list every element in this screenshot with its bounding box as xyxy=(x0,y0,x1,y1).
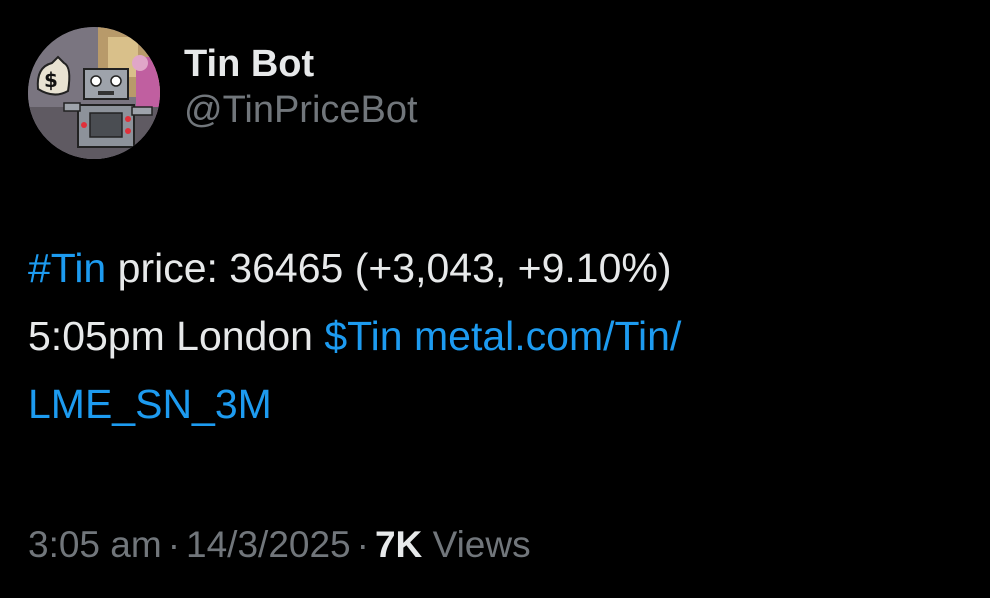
tweet-text: #Tin price: 36465 (+3,043, +9.10%) 5:05pm… xyxy=(28,234,968,438)
svg-text:$: $ xyxy=(44,68,58,92)
user-names: Tin Bot @TinPriceBot xyxy=(184,41,418,133)
url-link-text-2: LME_SN_3M xyxy=(28,381,272,427)
tweet-date[interactable]: 14/3/2025 xyxy=(186,524,351,565)
views-label: Views xyxy=(432,524,531,565)
separator: · xyxy=(356,524,369,565)
tweet-time[interactable]: 3:05 am xyxy=(28,524,162,565)
display-name[interactable]: Tin Bot xyxy=(184,41,418,87)
hashtag-link[interactable]: #Tin xyxy=(28,245,106,291)
tweet-meta: 3:05 am · 14/3/2025 · 7K Views xyxy=(28,520,531,570)
separator: · xyxy=(167,524,181,565)
tweet-header: $ Tin Bot @TinPriceBot xyxy=(28,27,418,159)
views-count: 7K xyxy=(374,524,423,565)
time-text: 5:05pm London xyxy=(28,313,325,359)
price-text: price: 36465 (+3,043, +9.10%) xyxy=(106,245,672,291)
cashtag-link[interactable]: $Tin xyxy=(324,313,402,359)
user-handle[interactable]: @TinPriceBot xyxy=(184,87,418,133)
robot-avatar-icon: $ xyxy=(28,27,160,159)
url-link-text: metal.com/Tin/ xyxy=(414,313,682,359)
avatar[interactable]: $ xyxy=(28,27,160,159)
